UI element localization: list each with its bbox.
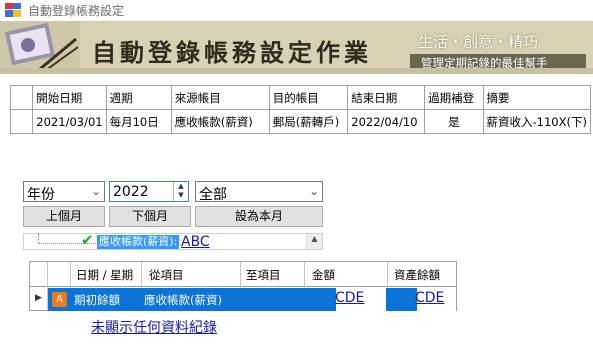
- column-header[interactable]: 金額: [312, 267, 335, 283]
- banner-slogan: 生活・創意・精巧: [418, 33, 539, 51]
- table-cell[interactable]: 每月10日: [105, 109, 172, 134]
- row-from[interactable]: 應收帳款(薪資): [144, 292, 222, 308]
- account-tree[interactable]: ✔ 應收帳款(薪資): ▲: [23, 231, 323, 250]
- window-title: 自動登錄帳務設定: [28, 4, 125, 18]
- app-icon: [5, 3, 21, 17]
- scope-select[interactable]: 全部 ⌄: [195, 181, 323, 203]
- banner-art-icon: [0, 21, 80, 74]
- chevron-down-icon: ⌄: [308, 184, 319, 198]
- column-header[interactable]: 目的帳目: [268, 85, 349, 110]
- year-spinner[interactable]: 2022 ▲ ▼: [109, 181, 189, 202]
- window-titlebar: 自動登錄帳務設定: [0, 0, 593, 20]
- spin-up-icon[interactable]: ▲: [174, 182, 188, 191]
- table-cell[interactable]: 2022/04/10: [347, 109, 426, 134]
- row-header-cell[interactable]: [9, 109, 34, 134]
- schedule-table: 開始日期 週期 來源帳目 目的帳目 結束日期 過期補登 摘要 2021/03/0…: [9, 85, 591, 134]
- column-header[interactable]: 過期補登: [424, 85, 484, 110]
- row-pointer-icon: ▶: [35, 293, 42, 303]
- banner-stripe: [0, 68, 593, 74]
- next-month-button[interactable]: 下個月: [109, 206, 191, 227]
- row-header-cell: [9, 85, 34, 110]
- table-cell[interactable]: 郵局(薪轉戶): [268, 109, 349, 134]
- tree-scroll-up[interactable]: ▲: [306, 234, 322, 249]
- header-banner: 自動登錄帳務設定作業 生活・創意・精巧 管理定期記錄的最佳幫手: [0, 21, 593, 74]
- column-header[interactable]: 開始日期: [32, 85, 107, 110]
- column-header[interactable]: 結束日期: [347, 85, 426, 110]
- prev-month-button[interactable]: 上個月: [23, 206, 105, 227]
- scope-select-value: 全部: [199, 187, 227, 203]
- spin-down-icon[interactable]: ▼: [174, 191, 188, 200]
- table-row[interactable]: 2021/03/01 每月10日 應收帳款(薪資) 郵局(薪轉戶) 2022/0…: [9, 109, 591, 134]
- tree-node-link[interactable]: ABC: [181, 234, 210, 250]
- schedule-header-row: 開始日期 週期 來源帳目 目的帳目 結束日期 過期補登 摘要: [9, 85, 591, 110]
- table-cell[interactable]: 薪資收入-110X(下): [482, 109, 591, 134]
- column-header[interactable]: 來源帳目: [170, 85, 270, 110]
- row-date[interactable]: 期初餘額: [74, 292, 120, 308]
- column-header[interactable]: 日期 / 星期: [76, 267, 133, 283]
- period-select-value: 年份: [27, 187, 55, 203]
- amount-link[interactable]: CDE: [335, 290, 364, 306]
- banner-title: 自動登錄帳務設定作業: [92, 38, 372, 67]
- empty-records-message: 未顯示任何資料紀錄: [91, 320, 217, 336]
- table-cell[interactable]: 2021/03/01: [32, 109, 107, 134]
- balance-link[interactable]: CDE: [415, 290, 444, 306]
- column-header[interactable]: 資產餘額: [394, 267, 440, 283]
- column-header[interactable]: 週期: [105, 85, 172, 110]
- ledger-grid: 日期 / 星期 從項目 至項目 金額 資產餘額 期初餘額 應收帳款(薪資) ▶ …: [29, 261, 457, 311]
- year-value[interactable]: 2022: [113, 184, 149, 200]
- spinner-buttons[interactable]: ▲ ▼: [173, 182, 188, 201]
- check-icon: ✔: [81, 231, 94, 249]
- set-this-month-button[interactable]: 設為本月: [195, 206, 323, 227]
- table-cell[interactable]: 應收帳款(薪資): [170, 109, 270, 134]
- column-header[interactable]: 至項目: [246, 267, 281, 283]
- ledger-grid-header: 日期 / 星期 從項目 至項目 金額 資產餘額: [30, 262, 456, 287]
- tree-node-label[interactable]: 應收帳款(薪資):: [97, 235, 180, 249]
- column-header[interactable]: 摘要: [482, 85, 591, 110]
- period-select[interactable]: 年份 ⌄: [23, 181, 105, 203]
- column-header[interactable]: 從項目: [149, 267, 184, 283]
- chevron-down-icon: ⌄: [90, 184, 101, 198]
- table-row[interactable]: 期初餘額 應收帳款(薪資): [48, 288, 456, 311]
- type-badge-icon: A: [52, 292, 67, 307]
- table-cell[interactable]: 是: [424, 109, 484, 134]
